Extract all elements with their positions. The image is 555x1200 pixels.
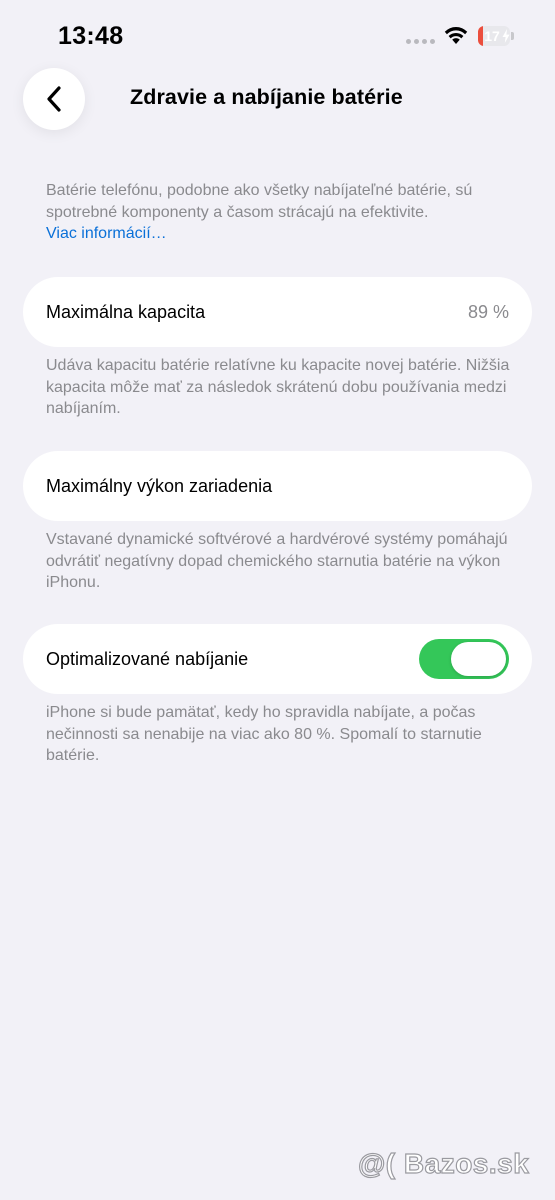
more-info-link[interactable]: Viac informácií… — [46, 223, 516, 245]
optimized-charging-row: Optimalizované nabíjanie — [23, 624, 532, 694]
intro-section: Batérie telefónu, podobne ako všetky nab… — [46, 180, 516, 245]
optimized-charging-label: Optimalizované nabíjanie — [46, 648, 249, 669]
battery-icon: 17 — [478, 26, 514, 46]
wifi-icon — [444, 27, 468, 44]
cellular-signal-icon — [406, 39, 435, 44]
toggle-knob — [451, 642, 506, 676]
status-bar: 13:48 17 — [0, 0, 555, 72]
intro-text: Batérie telefónu, podobne ako všetky nab… — [46, 182, 473, 221]
maximum-capacity-value: 89 % — [467, 301, 509, 322]
peak-performance-row: Maximálny výkon zariadenia — [23, 451, 532, 521]
page-title: Zdravie a nabíjanie batérie — [130, 85, 403, 109]
maximum-capacity-description: Udáva kapacitu batérie relatívne ku kapa… — [46, 357, 510, 417]
back-button[interactable] — [23, 68, 85, 130]
peak-performance-description: Vstavané dynamické softvérové a hardvéro… — [46, 531, 508, 591]
peak-performance-label: Maximálny výkon zariadenia — [46, 475, 273, 496]
optimized-charging-toggle[interactable] — [419, 639, 509, 679]
maximum-capacity-row: Maximálna kapacita 89 % — [23, 277, 532, 347]
chevron-left-icon — [47, 86, 61, 112]
watermark-logo: @( Bazos.sk — [357, 1147, 530, 1179]
charging-bolt-icon — [502, 29, 510, 43]
optimized-charging-description: iPhone si bude pamätať, kedy ho spravidl… — [46, 704, 482, 764]
maximum-capacity-label: Maximálna kapacita — [46, 301, 206, 322]
status-time: 13:48 — [58, 22, 124, 50]
